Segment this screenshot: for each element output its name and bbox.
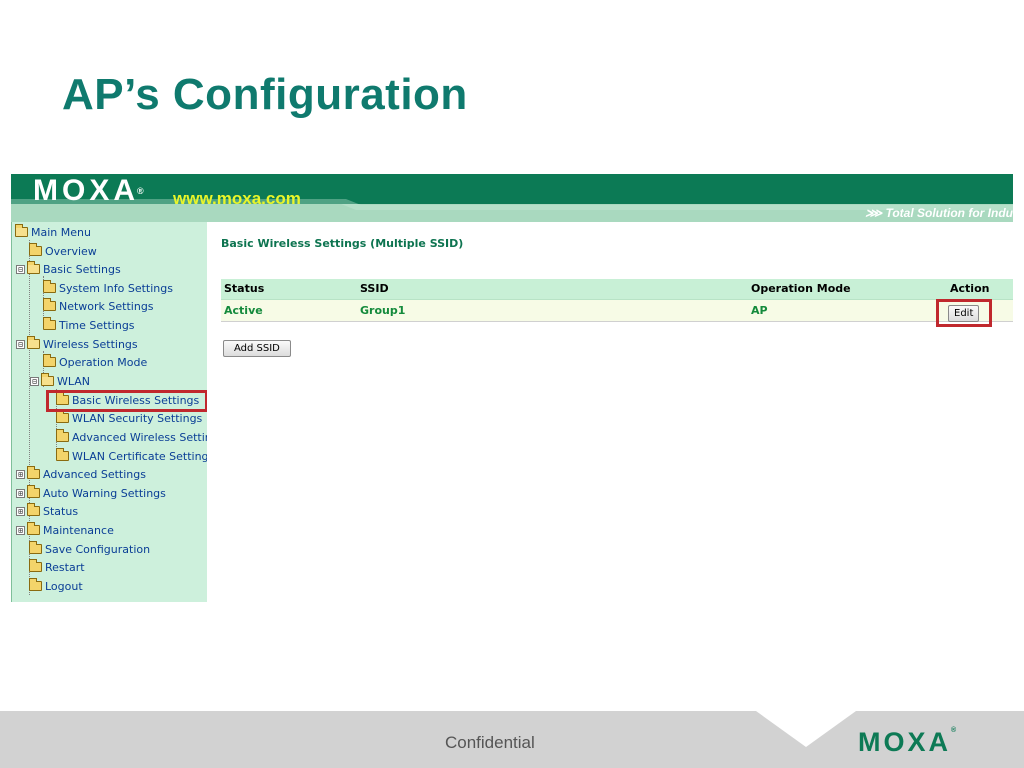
folder-icon bbox=[27, 522, 40, 535]
column-header-operation-mode: Operation Mode bbox=[748, 279, 947, 300]
folder-icon bbox=[56, 410, 69, 423]
sidebar-item-save-configuration[interactable]: Save Configuration bbox=[29, 541, 150, 559]
sidebar-item-auto-warning-settings[interactable]: ⊞ Auto Warning Settings bbox=[16, 485, 166, 503]
folder-open-icon bbox=[41, 373, 54, 386]
slide-footer: Confidential MOXA® bbox=[0, 711, 1024, 768]
sidebar-item-network-settings[interactable]: Network Settings bbox=[43, 298, 154, 316]
sidebar-item-wlan[interactable]: ⊟ WLAN bbox=[30, 373, 90, 391]
footer-moxa-logo: MOXA® bbox=[858, 727, 957, 757]
sidebar-item-main-menu[interactable]: Main Menu bbox=[15, 224, 91, 242]
expand-icon[interactable]: ⊞ bbox=[16, 470, 25, 479]
sidebar-item-wlan-security-settings[interactable]: WLAN Security Settings bbox=[56, 410, 202, 428]
folder-icon bbox=[29, 243, 42, 256]
sidebar-menu-tree: Main Menu Overview ⊟ Basic Settings Syste… bbox=[11, 222, 207, 602]
column-header-ssid: SSID bbox=[357, 279, 748, 300]
column-header-status: Status bbox=[221, 279, 357, 300]
sidebar-item-wireless-settings[interactable]: ⊟ Wireless Settings bbox=[16, 336, 138, 354]
sidebar-item-overview[interactable]: Overview bbox=[29, 243, 97, 261]
expand-icon[interactable]: ⊞ bbox=[16, 489, 25, 498]
folder-icon bbox=[56, 392, 69, 405]
folder-icon bbox=[43, 298, 56, 311]
folder-icon bbox=[43, 280, 56, 293]
edit-button[interactable]: Edit bbox=[948, 305, 980, 322]
web-ui-screenshot: MOXA® www.moxa.com ⋙ Total Solution for … bbox=[11, 174, 1013, 602]
collapse-icon[interactable]: ⊟ bbox=[16, 265, 25, 274]
cell-ssid: Group1 bbox=[357, 299, 748, 322]
folder-icon bbox=[56, 429, 69, 442]
folder-open-icon bbox=[27, 336, 40, 349]
sidebar-item-restart[interactable]: Restart bbox=[29, 559, 85, 577]
folder-icon bbox=[29, 578, 42, 591]
sidebar-item-advanced-wireless-settings[interactable]: Advanced Wireless Settir bbox=[56, 429, 207, 447]
sidebar-item-wlan-certificate-settings[interactable]: WLAN Certificate Settings bbox=[56, 448, 207, 466]
cell-status: Active bbox=[221, 299, 357, 322]
section-title: Basic Wireless Settings (Multiple SSID) bbox=[221, 237, 464, 250]
folder-open-icon bbox=[27, 261, 40, 274]
sidebar-item-basic-wireless-settings[interactable]: Basic Wireless Settings bbox=[56, 392, 199, 410]
table-row: Active Group1 AP bbox=[221, 299, 1013, 322]
web-header: MOXA® www.moxa.com ⋙ Total Solution for … bbox=[11, 174, 1013, 222]
sidebar-item-status[interactable]: ⊞ Status bbox=[16, 503, 78, 521]
column-header-action: Action bbox=[947, 279, 1013, 300]
folder-icon bbox=[29, 559, 42, 572]
collapse-icon[interactable]: ⊟ bbox=[30, 377, 39, 386]
main-content: Basic Wireless Settings (Multiple SSID) … bbox=[207, 222, 1013, 602]
sidebar-item-logout[interactable]: Logout bbox=[29, 578, 83, 596]
confidential-label: Confidential bbox=[445, 733, 535, 752]
folder-icon bbox=[27, 503, 40, 516]
expand-icon[interactable]: ⊞ bbox=[16, 507, 25, 516]
header-slogan: ⋙ Total Solution for Indu bbox=[865, 206, 1013, 220]
expand-icon[interactable]: ⊞ bbox=[16, 526, 25, 535]
sidebar-item-system-info-settings[interactable]: System Info Settings bbox=[43, 280, 173, 298]
header-wave-shape bbox=[11, 199, 1013, 222]
folder-icon bbox=[27, 485, 40, 498]
sidebar-item-maintenance[interactable]: ⊞ Maintenance bbox=[16, 522, 114, 540]
sidebar-item-operation-mode[interactable]: Operation Mode bbox=[43, 354, 147, 372]
table-header-row: Status SSID Operation Mode Action bbox=[221, 279, 1013, 300]
sidebar-item-basic-settings[interactable]: ⊟ Basic Settings bbox=[16, 261, 121, 279]
slide-title: AP’s Configuration bbox=[62, 70, 468, 119]
edit-button-highlight: Edit bbox=[936, 299, 992, 327]
add-ssid-button[interactable]: Add SSID bbox=[223, 340, 291, 357]
sidebar-item-time-settings[interactable]: Time Settings bbox=[43, 317, 135, 335]
sidebar-item-advanced-settings[interactable]: ⊞ Advanced Settings bbox=[16, 466, 146, 484]
moxa-url-link[interactable]: www.moxa.com bbox=[173, 190, 301, 208]
folder-icon bbox=[56, 448, 69, 461]
collapse-icon[interactable]: ⊟ bbox=[16, 340, 25, 349]
folder-icon bbox=[43, 317, 56, 330]
folder-icon bbox=[29, 541, 42, 554]
moxa-logo[interactable]: MOXA® bbox=[33, 176, 144, 206]
folder-open-icon bbox=[15, 224, 28, 237]
folder-icon bbox=[43, 354, 56, 367]
ssid-table: Status SSID Operation Mode Action Active… bbox=[221, 279, 1013, 322]
folder-icon bbox=[27, 466, 40, 479]
cell-operation-mode: AP bbox=[748, 299, 947, 322]
